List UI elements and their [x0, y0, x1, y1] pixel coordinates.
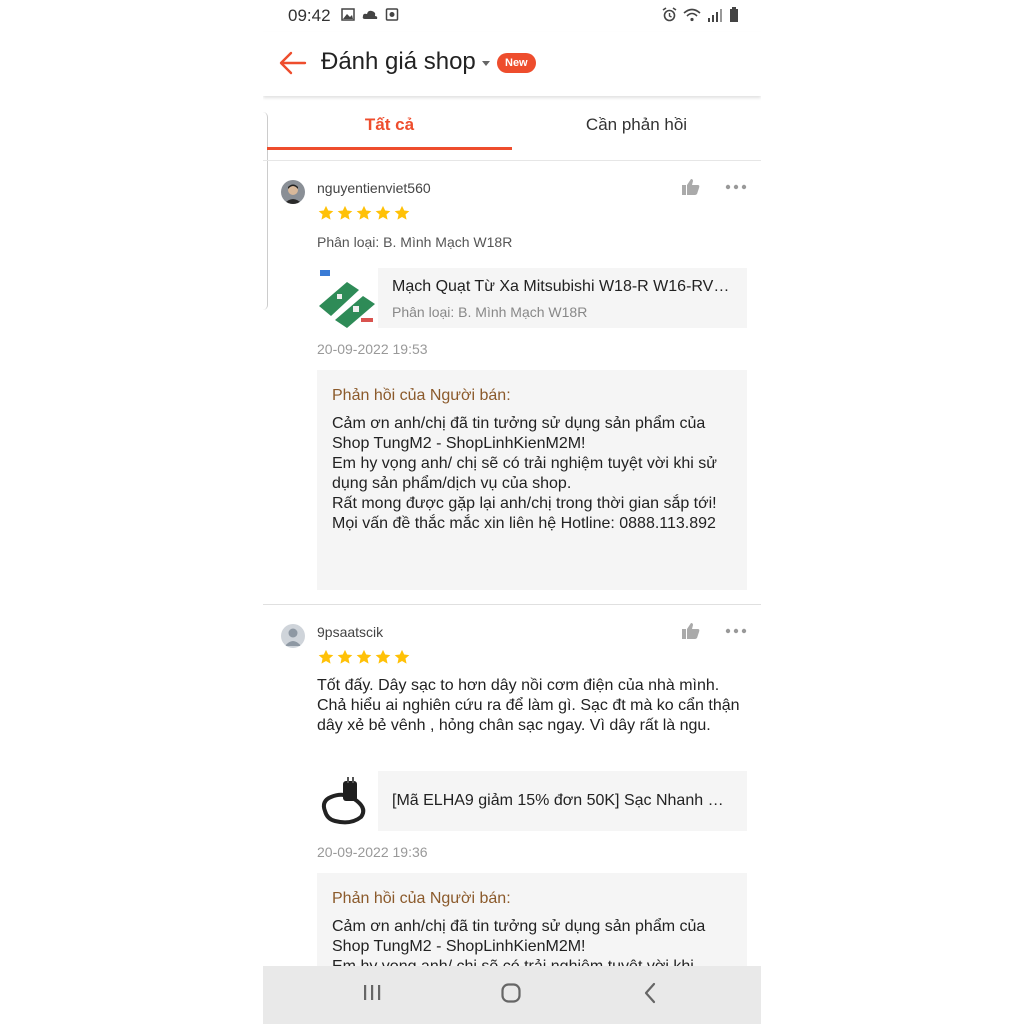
review-date: 20-09-2022 19:53: [317, 341, 428, 357]
product-image: [317, 771, 377, 831]
thumbs-up-icon[interactable]: [681, 178, 701, 196]
review-item: nguyentienviet560 Phân loại: B. Mình Mạc…: [263, 176, 761, 596]
new-badge: New: [497, 53, 536, 73]
rating-stars: [317, 205, 411, 221]
review-comment: Tốt đấy. Dây sạc to hơn dây nồi cơm điện…: [317, 677, 740, 734]
status-bar: 09:42: [263, 0, 761, 32]
more-options-icon[interactable]: [725, 183, 747, 191]
product-name: Mạch Quạt Từ Xa Mitsubishi W18-R W16-RV …: [392, 278, 732, 295]
star-icon: [318, 205, 334, 220]
avatar[interactable]: [281, 180, 305, 204]
tab-need-reply[interactable]: Cần phản hồi: [512, 100, 761, 152]
reply-text: Cảm ơn anh/chị đã tin tưởng sử dụng sản …: [332, 918, 706, 966]
product-info[interactable]: Mạch Quạt Từ Xa Mitsubishi W18-R W16-RV …: [378, 268, 747, 328]
system-nav-bar: [263, 966, 761, 1024]
seller-reply: Phản hồi của Người bán: Cảm ơn anh/chị đ…: [317, 873, 747, 966]
review-variant: Phân loại: B. Mình Mạch W18R: [317, 234, 513, 250]
app-notification-icon: [385, 8, 399, 21]
review-item: 9psaatscik Tốt đấy. Dây sạc to hơn dây n…: [263, 620, 761, 966]
more-options-icon[interactable]: [725, 627, 747, 635]
gallery-icon: [341, 8, 355, 21]
star-icon: [337, 205, 353, 220]
rating-stars: [317, 649, 411, 665]
tab-bar: Tất cả Cần phản hồi: [267, 100, 761, 152]
star-icon: [356, 649, 372, 664]
dropdown-caret-icon[interactable]: [482, 61, 490, 66]
star-icon: [337, 649, 353, 664]
product-variant: Phân loại: B. Mình Mạch W18R: [392, 304, 588, 320]
back-arrow-icon[interactable]: [278, 50, 308, 76]
battery-icon: [730, 7, 738, 22]
review-date: 20-09-2022 19:36: [317, 844, 428, 860]
tab-need-reply-label: Cần phản hồi: [585, 115, 688, 134]
review-username: nguyentienviet560: [317, 180, 431, 196]
product-card[interactable]: Mạch Quạt Từ Xa Mitsubishi W18-R W16-RV …: [317, 268, 747, 328]
active-tab-indicator: [267, 147, 512, 150]
cloud-icon: [362, 10, 378, 19]
avatar[interactable]: [281, 624, 305, 648]
star-icon: [394, 205, 410, 220]
alarm-icon: [662, 7, 677, 22]
product-card[interactable]: [Mã ELHA9 giảm 15% đơn 50K] Sạc Nhanh Sa…: [317, 771, 747, 831]
product-image: [317, 268, 377, 328]
reply-title: Phản hồi của Người bán:: [332, 890, 511, 907]
wifi-icon: [683, 8, 701, 22]
review-username: 9psaatscik: [317, 624, 384, 640]
reply-title: Phản hồi của Người bán:: [332, 387, 511, 404]
product-name: [Mã ELHA9 giảm 15% đơn 50K] Sạc Nhanh Sa…: [392, 792, 732, 809]
star-icon: [394, 649, 410, 664]
star-icon: [375, 205, 391, 220]
reply-text: Cảm ơn anh/chị đã tin tưởng sử dụng sản …: [332, 415, 717, 532]
star-icon: [356, 205, 372, 220]
product-info[interactable]: [Mã ELHA9 giảm 15% đơn 50K] Sạc Nhanh Sa…: [378, 771, 747, 831]
app-header: Đánh giá shop New: [263, 32, 761, 96]
tab-divider: [263, 160, 761, 161]
home-icon[interactable]: [500, 982, 522, 1004]
signal-icon: [708, 9, 722, 22]
recents-icon[interactable]: [362, 982, 382, 1002]
status-time: 09:42: [288, 6, 331, 25]
star-icon: [375, 649, 391, 664]
seller-reply: Phản hồi của Người bán: Cảm ơn anh/chị đ…: [317, 370, 747, 590]
tab-all-label: Tất cả: [364, 115, 415, 134]
phone-screen: 09:42 Đánh giá shop New Tất cả Cần phản …: [263, 0, 761, 1024]
star-icon: [318, 649, 334, 664]
thumbs-up-icon[interactable]: [681, 622, 701, 640]
tab-all[interactable]: Tất cả: [267, 100, 512, 152]
page-title[interactable]: Đánh giá shop: [321, 48, 476, 76]
nav-back-icon[interactable]: [643, 982, 657, 1004]
review-divider: [263, 604, 761, 605]
